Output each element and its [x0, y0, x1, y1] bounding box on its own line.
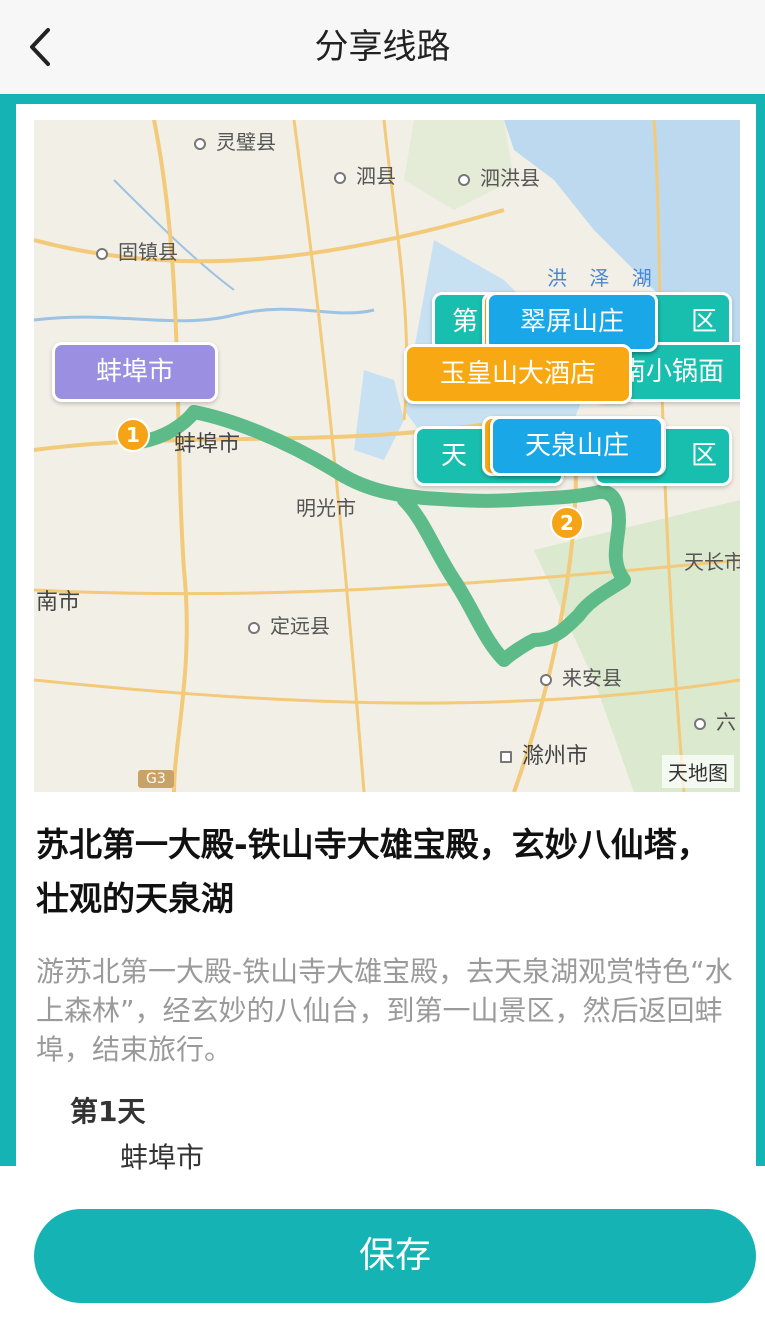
back-button[interactable]: [22, 24, 62, 70]
map-bubble-yuhuang[interactable]: 玉皇山大酒店: [404, 344, 632, 404]
map-bubble-tianquan[interactable]: 天泉山庄: [490, 416, 664, 476]
place-dingyuan: 定远县: [248, 610, 330, 639]
page-title: 分享线路: [314, 27, 451, 67]
place-hongze-lake: 洪 泽 湖: [547, 266, 660, 290]
place-lingbi: 灵璧县: [194, 126, 276, 155]
place-tianchang: 天长市: [684, 550, 740, 574]
route-pin-2[interactable]: 2: [550, 506, 584, 540]
place-guzhen: 固镇县: [96, 236, 178, 265]
place-sihong: 泗洪县: [458, 162, 540, 191]
map-bubble-bengbu[interactable]: 蚌埠市: [52, 342, 218, 402]
place-bengbu: 蚌埠市: [174, 432, 241, 457]
map-bubble-cuiping[interactable]: 翠屏山庄: [486, 292, 658, 352]
place-liu: 六: [694, 706, 736, 735]
header-bar: 分享线路: [0, 0, 765, 94]
route-title: 苏北第一大殿-铁山寺大雄宝殿，玄妙八仙塔，壮观的天泉湖: [36, 825, 710, 918]
save-button[interactable]: 保存: [34, 1209, 756, 1303]
highway-g3-badge: G3: [138, 770, 174, 788]
map-attribution: 天地图: [662, 755, 734, 788]
place-sixian: 泗县: [334, 160, 396, 189]
place-mingguang: 明光市: [296, 496, 356, 520]
chevron-left-icon: [30, 28, 50, 66]
place-huainan: 南市: [36, 590, 81, 615]
place-laian: 来安县: [540, 662, 622, 691]
route-pin-1[interactable]: 1: [116, 418, 150, 452]
day-place: 蚌埠市: [120, 1141, 205, 1174]
day-label: 第1天: [70, 1095, 146, 1128]
route-description: 游苏北第一大殿-铁山寺大雄宝殿，去天泉湖观赏特色“水上森林”，经玄妙的八仙台，到…: [36, 955, 733, 1066]
route-map[interactable]: 灵璧县 泗县 泗洪县 固镇县 洪 泽 湖 蚌埠市 明光市 天长市 南市 定远县 …: [34, 120, 740, 792]
place-chuzhou: 滁州市: [500, 738, 588, 770]
